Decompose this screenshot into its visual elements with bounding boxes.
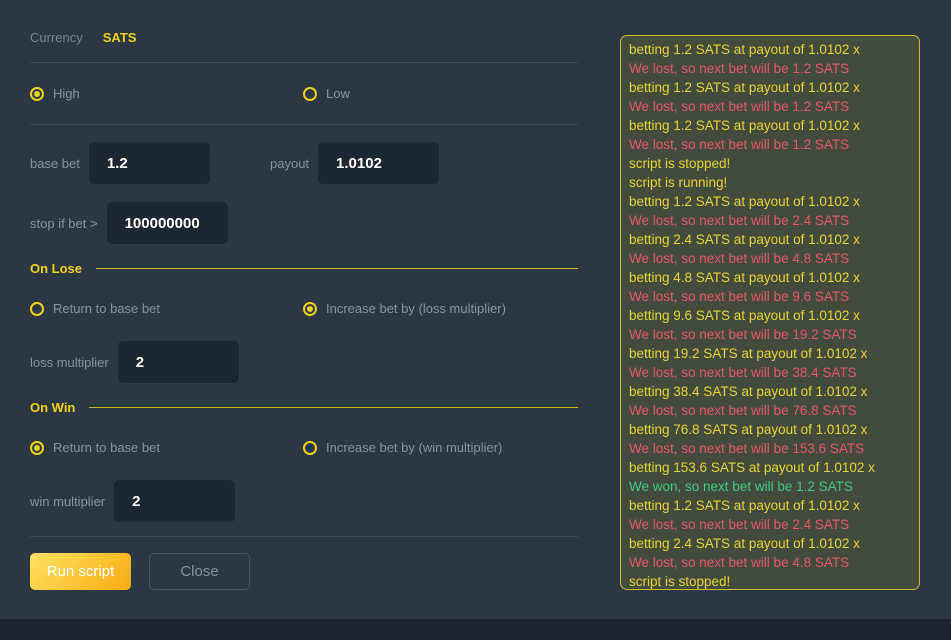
log-line: script is stopped! [629,154,911,173]
log-line: We lost, so next bet will be 4.8 SATS [629,249,911,268]
log-line: betting 1.2 SATS at payout of 1.0102 x [629,40,911,59]
log-line: We lost, so next bet will be 153.6 SATS [629,439,911,458]
base-bet-field: base bet [30,142,210,184]
log-line: We lost, so next bet will be 1.2 SATS [629,59,911,78]
loss-multiplier-input[interactable] [118,341,239,383]
log-line: We lost, so next bet will be 19.2 SATS [629,325,911,344]
radio-label-win-increase: Increase bet by (win multiplier) [326,440,502,455]
radio-icon [303,87,317,101]
log-line: betting 2.4 SATS at payout of 1.0102 x [629,230,911,249]
log-line: We lost, so next bet will be 4.8 SATS [629,553,911,572]
on-lose-section-header: On Lose [30,261,578,275]
log-line: betting 9.6 SATS at payout of 1.0102 x [629,306,911,325]
on-lose-radio-group: Return to base bet Increase bet by (loss… [0,301,608,317]
log-line: We won, so next bet will be 1.2 SATS [629,477,911,496]
log-line: We lost, so next bet will be 2.4 SATS [629,515,911,534]
on-win-radio-group: Return to base bet Increase bet by (win … [0,440,608,456]
stop-if-bet-field: stop if bet > [30,202,228,244]
on-lose-rule-line [96,268,578,269]
action-buttons: Run script Close [30,553,250,590]
log-line: We lost, so next bet will be 1.2 SATS [629,135,911,154]
log-line: We lost, so next bet will be 38.4 SATS [629,363,911,382]
radio-icon [303,441,317,455]
radio-label-win-return: Return to base bet [53,440,160,455]
radio-label-low: Low [326,86,350,101]
radio-win-return-to-base[interactable]: Return to base bet [30,440,160,455]
currency-selector[interactable]: SATS [103,30,137,45]
on-lose-title: On Lose [30,261,82,276]
radio-lose-increase-bet[interactable]: Increase bet by (loss multiplier) [303,301,506,316]
radio-icon [30,87,44,101]
on-win-title: On Win [30,400,75,415]
log-line: We lost, so next bet will be 1.2 SATS [629,97,911,116]
radio-label-lose-return: Return to base bet [53,301,160,316]
log-line: betting 153.6 SATS at payout of 1.0102 x [629,458,911,477]
payout-field: payout [270,142,439,184]
base-bet-label: base bet [30,156,80,171]
on-win-section-header: On Win [30,400,578,414]
on-win-rule-line [89,407,578,408]
log-line: We lost, so next bet will be 2.4 SATS [629,211,911,230]
radio-label-lose-increase: Increase bet by (loss multiplier) [326,301,506,316]
radio-icon [30,441,44,455]
log-line: betting 1.2 SATS at payout of 1.0102 x [629,116,911,135]
loss-multiplier-label: loss multiplier [30,355,109,370]
radio-label-high: High [53,86,80,101]
radio-icon [303,302,317,316]
radio-lose-return-to-base[interactable]: Return to base bet [30,301,160,316]
radio-high[interactable]: High [30,86,80,101]
bet-script-dialog: Currency SATS High Low base bet payout s… [0,0,951,640]
log-line: betting 1.2 SATS at payout of 1.0102 x [629,496,911,515]
currency-label: Currency [30,30,83,45]
payout-input[interactable] [318,142,439,184]
radio-icon [30,302,44,316]
divider [30,62,578,63]
base-bet-input[interactable] [89,142,210,184]
log-line: script is running! [629,173,911,192]
win-multiplier-field: win multiplier [30,480,235,522]
win-multiplier-label: win multiplier [30,494,105,509]
log-line: betting 4.8 SATS at payout of 1.0102 x [629,268,911,287]
log-console[interactable]: betting 1.2 SATS at payout of 1.0102 xWe… [620,35,920,590]
radio-low[interactable]: Low [303,86,350,101]
log-line: betting 1.2 SATS at payout of 1.0102 x [629,78,911,97]
run-script-button[interactable]: Run script [30,553,131,590]
log-line: betting 38.4 SATS at payout of 1.0102 x [629,382,911,401]
direction-radio-group: High Low [0,86,608,102]
log-line: betting 1.2 SATS at payout of 1.0102 x [629,192,911,211]
log-line: betting 2.4 SATS at payout of 1.0102 x [629,534,911,553]
loss-multiplier-field: loss multiplier [30,341,239,383]
win-multiplier-input[interactable] [114,480,235,522]
payout-label: payout [270,156,309,171]
radio-win-increase-bet[interactable]: Increase bet by (win multiplier) [303,440,502,455]
divider [30,124,578,125]
log-line: betting 19.2 SATS at payout of 1.0102 x [629,344,911,363]
log-line: betting 76.8 SATS at payout of 1.0102 x [629,420,911,439]
stop-if-bet-label: stop if bet > [30,216,98,231]
footer-bar [0,619,951,640]
currency-row: Currency SATS [30,30,136,45]
stop-if-bet-input[interactable] [107,202,228,244]
log-line: We lost, so next bet will be 76.8 SATS [629,401,911,420]
divider [30,536,578,537]
log-line: We lost, so next bet will be 9.6 SATS [629,287,911,306]
close-button[interactable]: Close [149,553,250,590]
log-line: script is stopped! [629,572,911,590]
